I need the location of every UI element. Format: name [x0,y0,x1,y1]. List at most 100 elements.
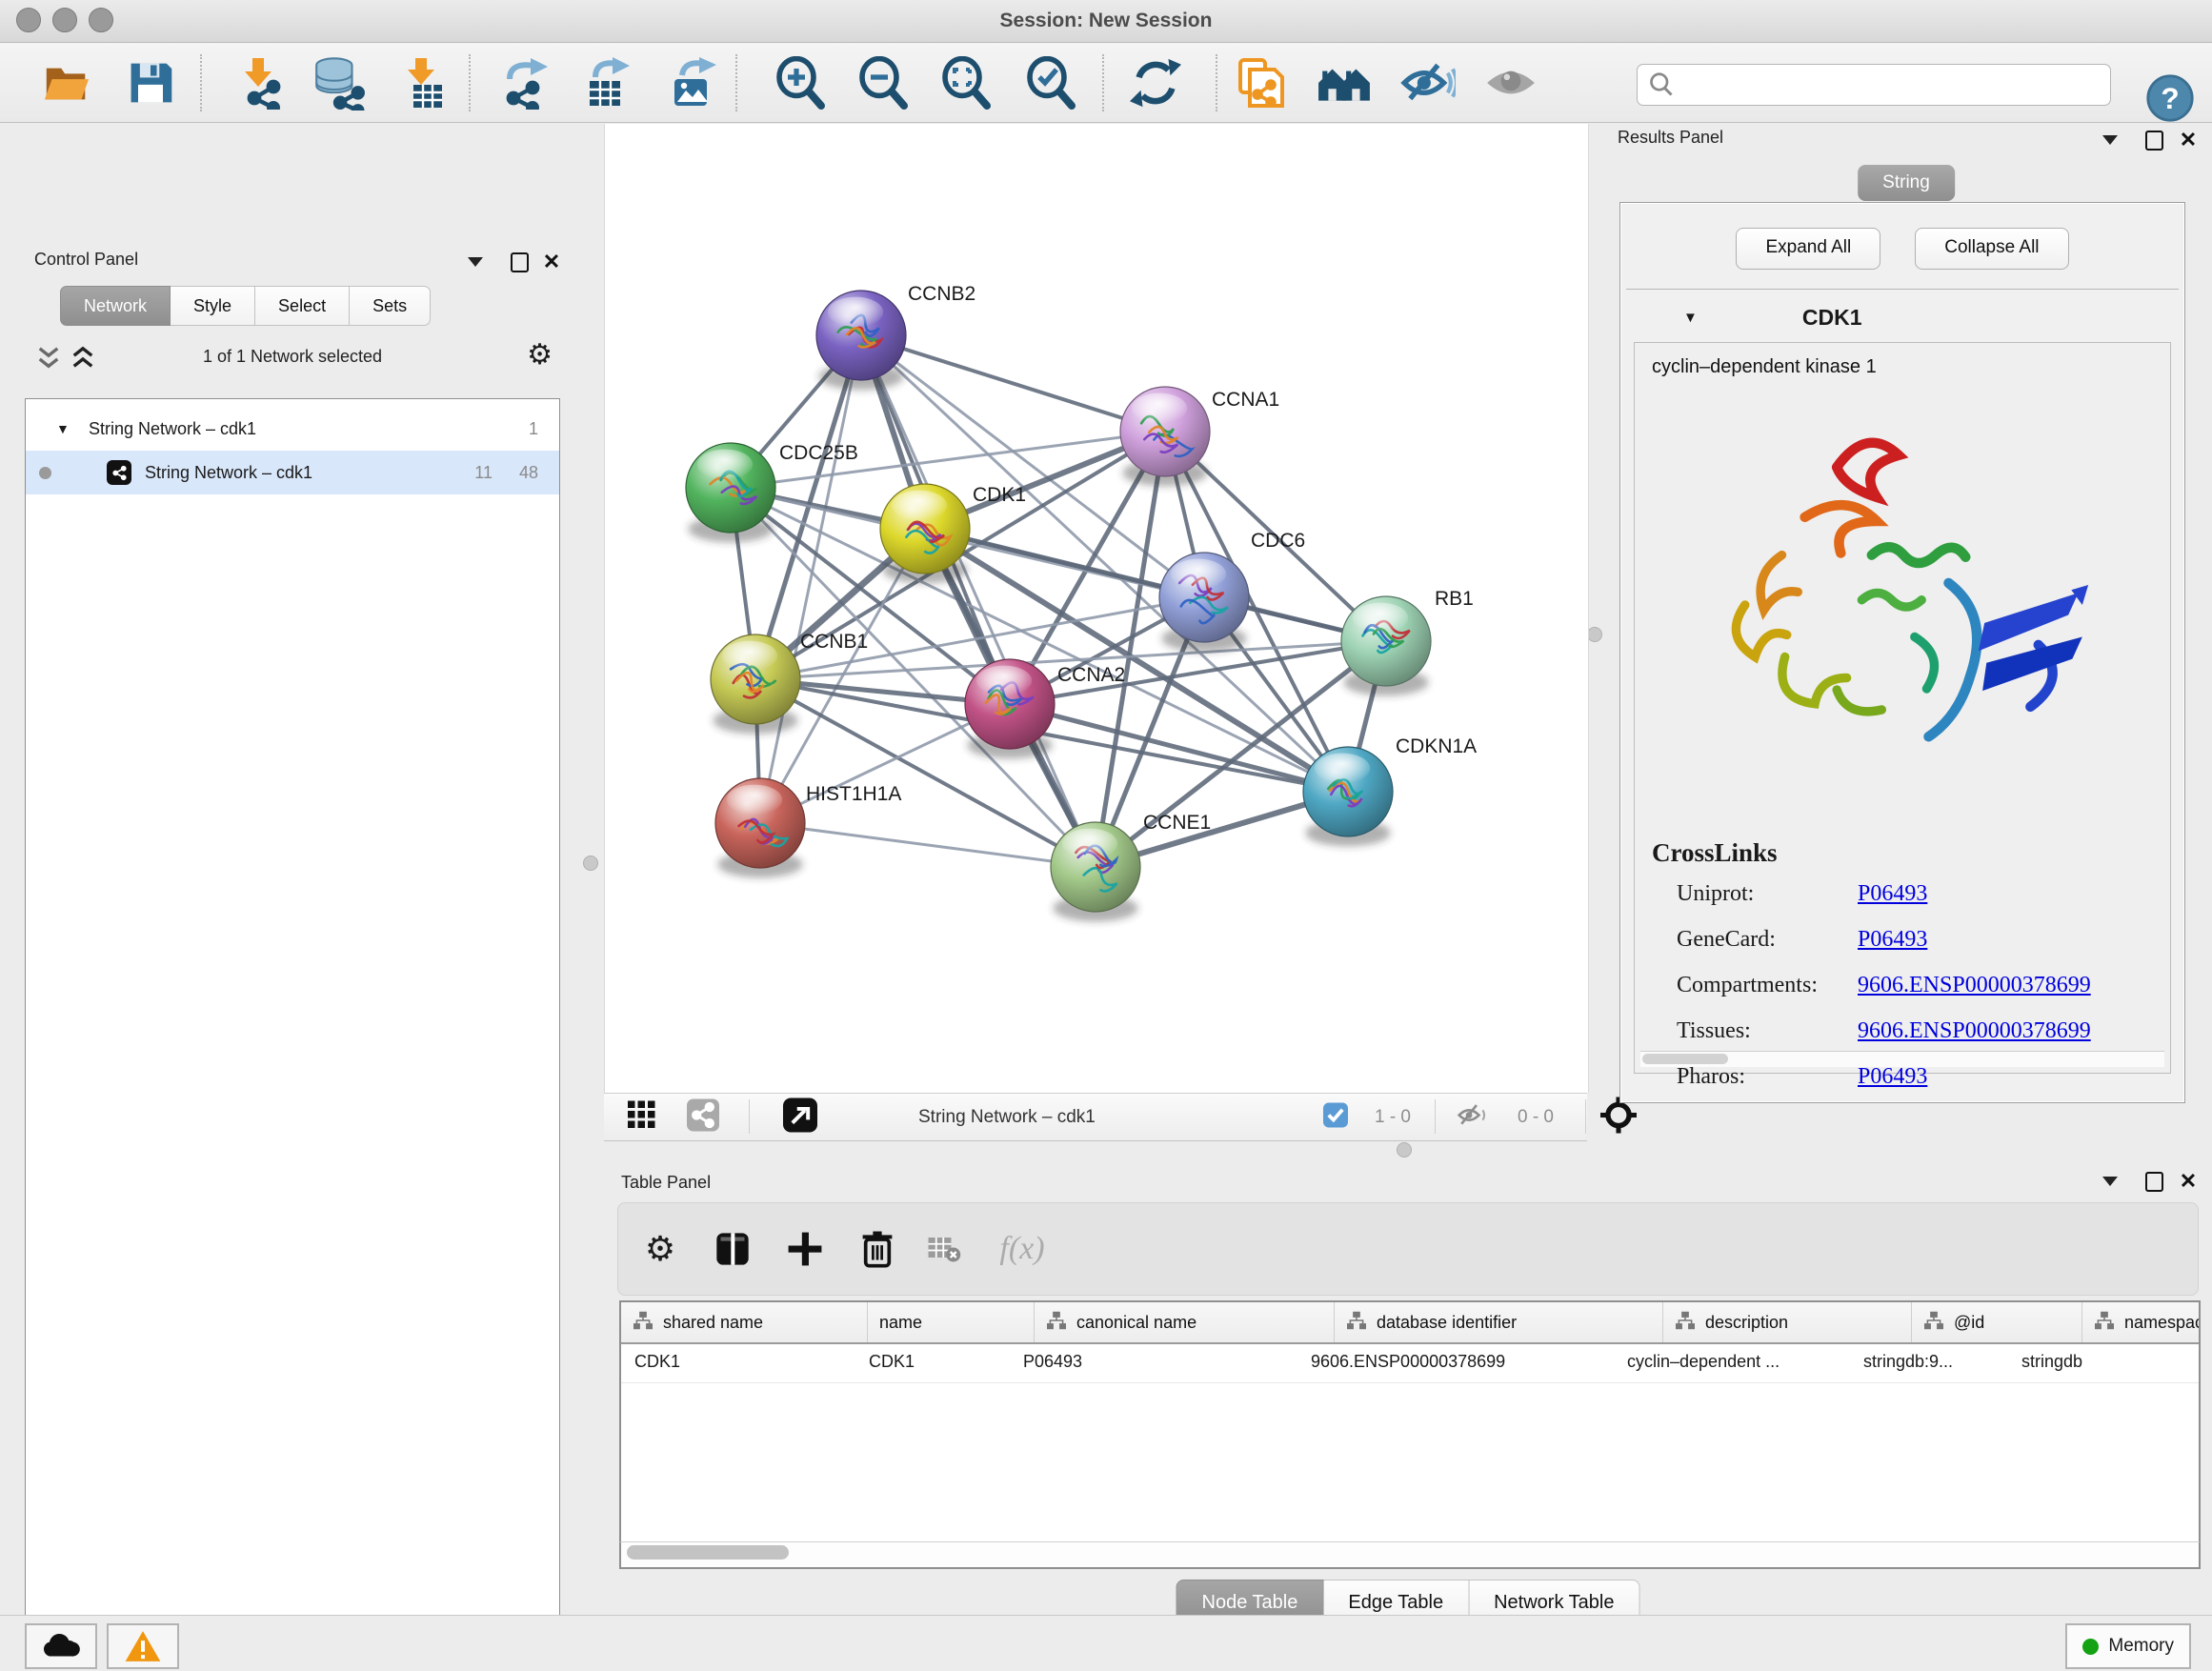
network-node-CDKN1A[interactable]: CDKN1A [1303,735,1477,846]
tab-network[interactable]: Network [60,286,171,326]
collection-expand-arrow[interactable]: ▼ [56,421,75,436]
refresh-view-button[interactable] [1125,52,1186,113]
tab-sets[interactable]: Sets [350,286,431,326]
results-horizontal-scrollbar[interactable] [1640,1051,2164,1067]
column-header-shared-name[interactable]: shared name [621,1302,868,1342]
zoom-selected-button[interactable] [1020,52,1081,113]
grid-view-button[interactable] [628,1100,656,1134]
memory-button[interactable]: Memory [2065,1623,2191,1669]
selected-checkbox[interactable] [1323,1102,1348,1132]
save-session-button[interactable] [120,52,181,113]
network-edge-HIST1H1A-CCNE1[interactable] [760,823,1096,867]
section-collapse-arrow[interactable]: ▼ [1683,310,1698,326]
results-panel-float-button[interactable] [2142,130,2166,151]
column-label: namespace [2124,1313,2201,1333]
table-row[interactable]: CDK1CDK1P064939606.ENSP00000378699cyclin… [621,1344,2199,1383]
crosslink-link[interactable]: 9606.ENSP00000378699 [1858,973,2091,998]
network-graph[interactable]: CCNB2CCNA1CDC25BCDK1CDC6RB1CCNB1CCNA2CDK… [605,124,1588,1093]
chevron-down-icon [468,257,483,267]
network-node-CCNB2[interactable]: CCNB2 [816,283,975,390]
column-header-canonical-name[interactable]: canonical name [1035,1302,1335,1342]
tab-string[interactable]: String [1858,165,1955,201]
control-panel-title: Control Panel [34,250,138,270]
table-cell[interactable]: 9606.ENSP00000378699 [1297,1344,1614,1382]
import-network-file-button[interactable] [228,52,289,113]
zoom-in-button[interactable] [770,52,831,113]
delete-column-button[interactable] [859,1230,895,1268]
table-panel-float-button[interactable] [2142,1171,2166,1192]
network-row[interactable]: String Network – cdk1 11 48 [26,451,559,494]
control-panel-menu-button[interactable] [463,252,488,272]
export-image-button[interactable] [661,52,722,113]
network-collection-row[interactable]: ▼ String Network – cdk1 1 [26,407,559,451]
network-node-CCNA1[interactable]: CCNA1 [1120,387,1279,486]
left-splitter-handle[interactable] [583,856,598,871]
table-cell[interactable]: P06493 [1010,1344,1297,1382]
table-panel-menu-button[interactable] [2098,1171,2122,1192]
table-cell[interactable]: stringdb [2008,1344,2199,1382]
control-panel-float-button[interactable] [507,252,532,272]
network-node-CDC25B[interactable]: CDC25B [686,442,858,542]
search-input[interactable] [1681,74,2110,96]
search-field[interactable] [1637,64,2111,106]
table-cell[interactable]: CDK1 [855,1344,1010,1382]
crosslink-link[interactable]: P06493 [1858,1064,1927,1090]
node-label-HIST1H1A: HIST1H1A [806,783,901,805]
column-header-namespace[interactable]: namespace [2082,1302,2201,1342]
protein-section-header[interactable]: ▼ CDK1 [1626,294,2179,340]
column-header-database-identifier[interactable]: database identifier [1335,1302,1663,1342]
node-table[interactable]: shared namenamecanonical namedatabase id… [619,1300,2201,1543]
zoom-fit-button[interactable] [935,52,996,113]
first-neighbors-button[interactable] [1314,52,1375,113]
table-horizontal-scrollbar[interactable] [619,1541,2201,1569]
control-panel-close-button[interactable]: ✕ [539,252,564,272]
bottom-splitter-handle[interactable] [1397,1142,1412,1158]
crosslink-link[interactable]: P06493 [1858,881,1927,907]
import-network-database-button[interactable] [308,52,369,113]
import-table-file-button[interactable] [392,52,453,113]
warning-status-button[interactable] [107,1623,179,1669]
network-node-CCNE1[interactable]: CCNE1 [1051,812,1211,921]
scrollbar-thumb[interactable] [627,1545,789,1560]
create-column-button[interactable] [787,1231,823,1267]
detach-view-button[interactable] [783,1097,817,1137]
show-columns-button[interactable] [714,1230,752,1268]
tab-select[interactable]: Select [255,286,350,326]
tab-style[interactable]: Style [171,286,255,326]
network-options-gear-button[interactable]: ⚙ [527,341,553,370]
crosslink-link[interactable]: 9606.ENSP00000378699 [1858,1018,2091,1044]
network-list-toolbar: 1 of 1 Network selected ⚙ [25,339,560,377]
network-node-CDC6[interactable]: CDC6 [1159,530,1305,652]
open-session-button[interactable] [36,52,97,113]
export-network-button[interactable] [494,52,555,113]
table-options-gear-button[interactable]: ⚙ [645,1235,675,1263]
network-edge-CCNA2-CDKN1A[interactable] [1010,704,1348,792]
results-panel-menu-button[interactable] [2098,130,2122,151]
table-cell[interactable]: CDK1 [621,1344,855,1382]
table-panel-close-button[interactable]: ✕ [2176,1171,2201,1192]
expand-all-button[interactable]: Expand All [1736,228,1880,270]
export-table-button[interactable] [576,52,637,113]
network-node-CDK1[interactable]: CDK1 [880,484,1026,583]
table-cell[interactable]: cyclin–dependent ... [1614,1344,1850,1382]
network-overview-button[interactable] [687,1098,719,1136]
hide-selected-button[interactable] [1398,52,1458,113]
column-header-name[interactable]: name [868,1302,1035,1342]
column-header-description[interactable]: description [1663,1302,1912,1342]
network-edge-CCNB2-CCNA1[interactable] [861,335,1165,432]
shared-column-icon [633,1311,654,1335]
show-all-button[interactable] [1480,52,1541,113]
copy-network-button[interactable] [1229,52,1290,113]
network-canvas[interactable]: CCNB2CCNA1CDC25BCDK1CDC6RB1CCNB1CCNA2CDK… [604,124,1589,1093]
table-cell[interactable]: stringdb:9... [1850,1344,2008,1382]
collapse-all-button[interactable]: Collapse All [1915,228,2068,270]
zoom-in-icon [774,56,827,110]
crosslink-link[interactable]: P06493 [1858,927,1927,953]
network-node-RB1[interactable]: RB1 [1341,588,1474,695]
string-results-box: Expand All Collapse All ▼ CDK1 cyclin–de… [1619,202,2185,1103]
results-panel-close-button[interactable]: ✕ [2176,130,2201,151]
cloud-status-button[interactable] [25,1623,97,1669]
column-header-id[interactable]: @id [1912,1302,2082,1342]
help-button[interactable]: ? [2145,73,2195,123]
zoom-out-button[interactable] [853,52,914,113]
